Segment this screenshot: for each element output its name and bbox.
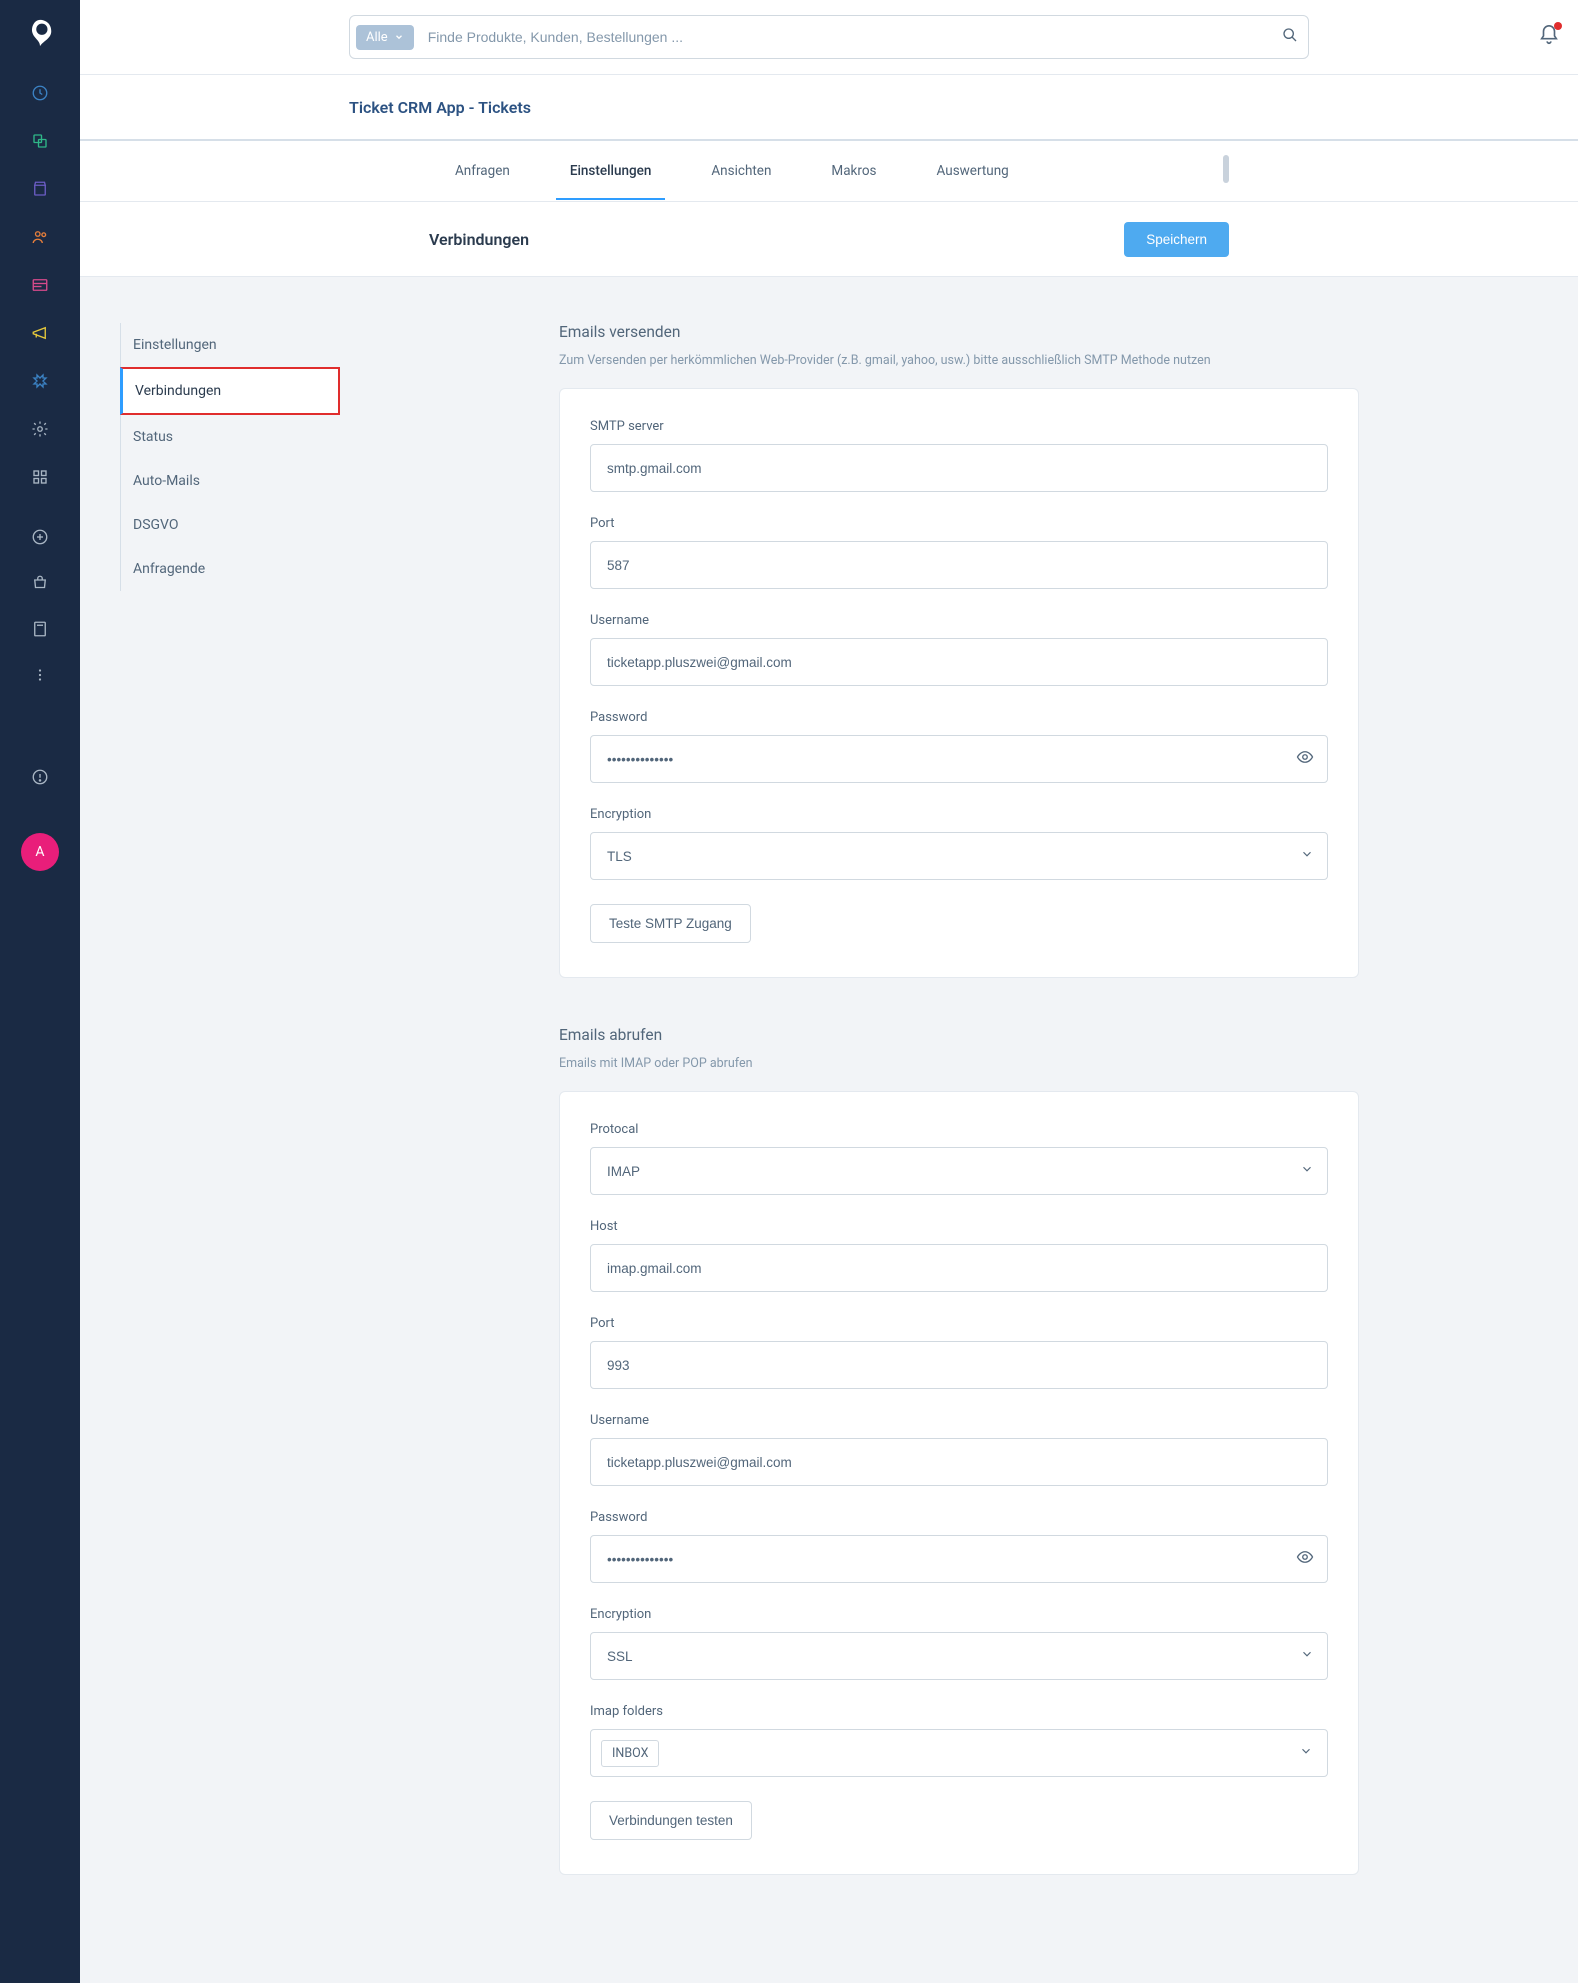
topbar: Alle <box>80 0 1578 75</box>
recv-block-title: Emails abrufen <box>559 1026 1359 1044</box>
search-input[interactable] <box>414 29 1282 45</box>
side-item-auto-mails[interactable]: Auto-Mails <box>121 459 340 503</box>
smtp-pass-input[interactable] <box>590 735 1328 783</box>
nav-help-icon[interactable] <box>30 767 50 787</box>
nav-sidebar: A <box>0 0 80 1983</box>
side-item-einstellungen[interactable]: Einstellungen <box>121 323 340 367</box>
nav-dashboard-icon[interactable] <box>30 83 50 103</box>
section-header: Verbindungen Speichern <box>80 202 1578 277</box>
side-item-anfragende[interactable]: Anfragende <box>121 547 340 591</box>
smtp-user-input[interactable] <box>590 638 1328 686</box>
nav-cart-icon[interactable] <box>30 573 50 593</box>
page-header: Ticket CRM App - Tickets <box>80 75 1578 141</box>
search-scope-select[interactable]: Alle <box>356 25 414 50</box>
folder-tag[interactable]: INBOX <box>601 1740 659 1767</box>
tab-einstellungen[interactable]: Einstellungen <box>564 143 658 199</box>
chevron-down-icon <box>394 32 404 42</box>
send-block-subtitle: Zum Versenden per herkömmlichen Web-Prov… <box>559 353 1359 368</box>
recv-block-subtitle: Emails mit IMAP oder POP abrufen <box>559 1056 1359 1071</box>
recv-enc-label: Encryption <box>590 1607 1328 1622</box>
nav-calc-icon[interactable] <box>30 619 50 639</box>
recv-proto-label: Protocal <box>590 1122 1328 1137</box>
tabs-bar: Anfragen Einstellungen Ansichten Makros … <box>80 141 1578 202</box>
save-button[interactable]: Speichern <box>1124 222 1229 257</box>
recv-user-label: Username <box>590 1413 1328 1428</box>
chevron-down-icon <box>1299 1744 1313 1762</box>
app-logo[interactable] <box>25 18 55 48</box>
recv-port-input[interactable] <box>590 1341 1328 1389</box>
smtp-server-input[interactable] <box>590 444 1328 492</box>
tab-makros[interactable]: Makros <box>825 143 882 199</box>
notification-badge <box>1554 22 1562 30</box>
nav-settings-icon[interactable] <box>30 419 50 439</box>
eye-icon[interactable] <box>1296 748 1314 770</box>
smtp-user-label: Username <box>590 613 1328 628</box>
send-block-title: Emails versenden <box>559 323 1359 341</box>
smtp-enc-label: Encryption <box>590 807 1328 822</box>
recv-folders-input[interactable]: INBOX <box>590 1729 1328 1777</box>
tabs-scrollbar[interactable] <box>1223 155 1229 183</box>
tab-ansichten[interactable]: Ansichten <box>705 143 777 199</box>
section-title: Verbindungen <box>429 230 529 249</box>
page-title: Ticket CRM App - Tickets <box>349 98 1309 117</box>
search-icon[interactable] <box>1282 27 1298 47</box>
test-smtp-button[interactable]: Teste SMTP Zugang <box>590 904 751 943</box>
smtp-port-label: Port <box>590 516 1328 531</box>
recv-host-label: Host <box>590 1219 1328 1234</box>
eye-icon[interactable] <box>1296 1548 1314 1570</box>
recv-enc-select[interactable]: SSL <box>590 1632 1328 1680</box>
smtp-server-label: SMTP server <box>590 419 1328 434</box>
side-item-dsgvo[interactable]: DSGVO <box>121 503 340 547</box>
send-card: SMTP server Port Username <box>559 388 1359 978</box>
nav-customers-icon[interactable] <box>30 227 50 247</box>
test-recv-button[interactable]: Verbindungen testen <box>590 1801 752 1840</box>
nav-extensions-icon[interactable] <box>30 371 50 391</box>
smtp-port-input[interactable] <box>590 541 1328 589</box>
nav-orders-icon[interactable] <box>30 179 50 199</box>
search-scope-label: Alle <box>366 30 388 45</box>
recv-proto-select[interactable]: IMAP <box>590 1147 1328 1195</box>
tab-auswertung[interactable]: Auswertung <box>931 143 1015 199</box>
recv-port-label: Port <box>590 1316 1328 1331</box>
nav-content-icon[interactable] <box>30 275 50 295</box>
nav-add-icon[interactable] <box>30 527 50 547</box>
nav-marketing-icon[interactable] <box>30 323 50 343</box>
nav-more-icon[interactable] <box>30 665 50 685</box>
notifications-button[interactable] <box>1538 24 1560 46</box>
global-search[interactable]: Alle <box>349 15 1309 59</box>
smtp-enc-select[interactable]: TLS <box>590 832 1328 880</box>
smtp-pass-label: Password <box>590 710 1328 725</box>
recv-pass-input[interactable] <box>590 1535 1328 1583</box>
side-item-verbindungen[interactable]: Verbindungen <box>120 367 340 415</box>
recv-card: Protocal IMAP Host <box>559 1091 1359 1875</box>
recv-user-input[interactable] <box>590 1438 1328 1486</box>
nav-catalog-icon[interactable] <box>30 131 50 151</box>
nav-apps-icon[interactable] <box>30 467 50 487</box>
user-avatar[interactable]: A <box>21 833 59 871</box>
tab-anfragen[interactable]: Anfragen <box>449 143 516 199</box>
recv-host-input[interactable] <box>590 1244 1328 1292</box>
side-menu: Einstellungen Verbindungen Status Auto-M… <box>120 323 340 591</box>
side-item-status[interactable]: Status <box>121 415 340 459</box>
recv-folders-label: Imap folders <box>590 1704 1328 1719</box>
recv-pass-label: Password <box>590 1510 1328 1525</box>
